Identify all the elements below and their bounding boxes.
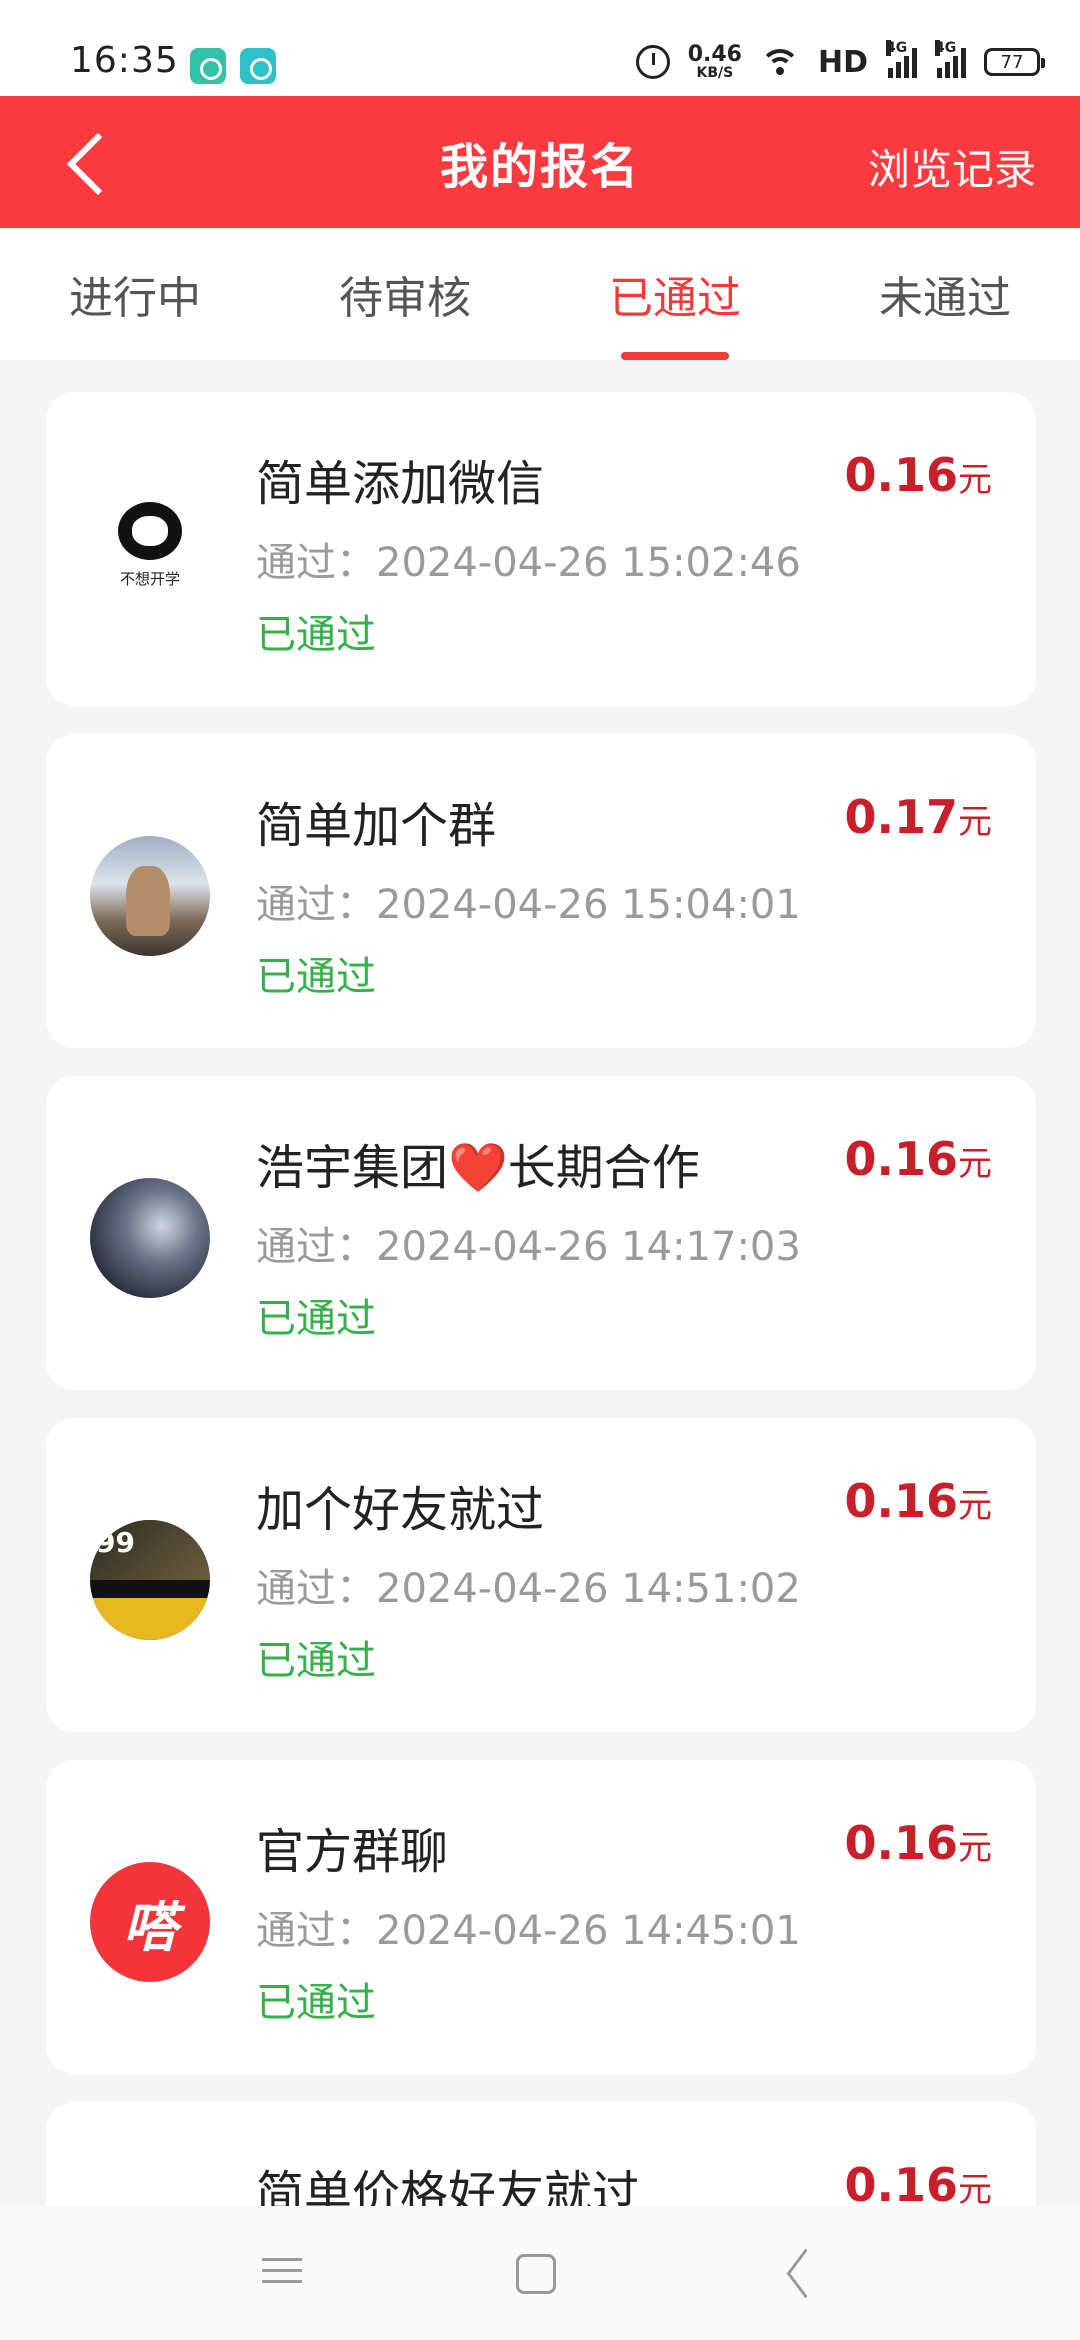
header-bar: 我的报名 浏览记录 — [0, 96, 1080, 228]
price-unit: 元 — [958, 1144, 992, 1184]
price-value: 0.16 — [844, 1816, 959, 1870]
item-price: 0.16元 — [845, 448, 993, 502]
signal-icon-2: 4G — [935, 40, 966, 78]
hd-label: HD — [817, 44, 868, 80]
avatar-glyph: 嗒 — [123, 1895, 177, 1959]
menu-icon[interactable] — [258, 2250, 306, 2298]
back-arrow-icon[interactable] — [62, 130, 122, 194]
app-notification-icon — [190, 48, 226, 84]
tab-pending-review[interactable]: 待审核 — [270, 228, 540, 360]
item-time: 通过：2024-04-26 15:02:46 — [256, 540, 801, 586]
avatar: 嗒 — [90, 1862, 210, 1982]
signal-label-2: 4G — [935, 40, 957, 56]
price-value: 0.17 — [844, 790, 959, 844]
item-title: 简单加个群 — [256, 798, 497, 854]
item-price: 0.16元 — [845, 1132, 993, 1186]
avatar: 不想开学 — [90, 494, 210, 614]
avatar — [90, 836, 210, 956]
battery-icon: 77 — [984, 48, 1045, 76]
signup-list: 不想开学 简单添加微信 通过：2024-04-26 15:02:46 已通过 0… — [46, 392, 1036, 2340]
item-time: 通过：2024-04-26 14:17:03 — [256, 1224, 801, 1270]
status-icons: 0.46 KB/S HD 4G 4G 77 — [635, 40, 1045, 82]
signal-label: 4G — [886, 40, 908, 56]
home-icon[interactable] — [516, 2254, 556, 2294]
tab-approved[interactable]: 已通过 — [540, 228, 810, 360]
item-time: 通过：2024-04-26 14:45:01 — [256, 1908, 801, 1954]
item-time: 通过：2024-04-26 14:51:02 — [256, 1566, 801, 1612]
item-status: 已通过 — [256, 612, 376, 658]
item-price: 0.16元 — [845, 2158, 993, 2212]
price-unit: 元 — [958, 460, 992, 500]
item-title: 官方群聊 — [256, 1824, 449, 1880]
status-time: 16:35 — [70, 40, 179, 81]
app-notification-icon-2 — [240, 48, 276, 84]
wifi-icon — [759, 47, 800, 77]
item-title: 简单添加微信 — [256, 456, 545, 512]
list-item[interactable]: 嗒 官方群聊 通过：2024-04-26 14:45:01 已通过 0.16元 — [46, 1760, 1036, 2074]
net-speed-value: 0.46 — [687, 42, 742, 67]
net-speed-unit: KB/S — [696, 65, 734, 81]
back-icon[interactable] — [776, 2250, 824, 2298]
alarm-icon — [635, 45, 670, 79]
item-price: 0.16元 — [845, 1816, 993, 1870]
net-speed: 0.46 KB/S — [687, 42, 742, 81]
item-price: 0.17元 — [845, 790, 993, 844]
item-status: 已通过 — [256, 954, 376, 1000]
item-title: 浩宇集团❤️长期合作 — [256, 1140, 700, 1196]
item-title: 加个好友就过 — [256, 1482, 545, 1538]
avatar-text: 99 — [96, 1526, 135, 1559]
status-bar: 16:35 0.46 KB/S HD 4G 4G 77 — [0, 0, 1080, 96]
avatar-caption: 不想开学 — [119, 570, 180, 588]
avatar: 99 — [90, 1520, 210, 1640]
list-item[interactable]: 浩宇集团❤️长期合作 通过：2024-04-26 14:17:03 已通过 0.… — [46, 1076, 1036, 1390]
price-unit: 元 — [958, 1828, 992, 1868]
page-title: 我的报名 — [439, 139, 640, 195]
list-item[interactable]: 99 加个好友就过 通过：2024-04-26 14:51:02 已通过 0.1… — [46, 1418, 1036, 1732]
item-status: 已通过 — [256, 1296, 376, 1342]
price-value: 0.16 — [844, 2158, 959, 2212]
item-time: 通过：2024-04-26 15:04:01 — [256, 882, 801, 928]
avatar — [90, 1178, 210, 1298]
tab-bar: 进行中 待审核 已通过 未通过 — [0, 228, 1080, 360]
item-status: 已通过 — [256, 1980, 376, 2026]
price-unit: 元 — [958, 2170, 992, 2210]
price-value: 0.16 — [844, 1474, 959, 1528]
list-item[interactable]: 不想开学 简单添加微信 通过：2024-04-26 15:02:46 已通过 0… — [46, 392, 1036, 706]
history-button[interactable]: 浏览记录 — [868, 136, 1036, 197]
tab-rejected[interactable]: 未通过 — [810, 228, 1080, 360]
price-value: 0.16 — [844, 1132, 959, 1186]
tab-in-progress[interactable]: 进行中 — [0, 228, 270, 360]
item-price: 0.16元 — [845, 1474, 993, 1528]
system-nav-bar — [0, 2206, 1080, 2340]
price-unit: 元 — [958, 1486, 992, 1526]
list-item[interactable]: 简单加个群 通过：2024-04-26 15:04:01 已通过 0.17元 — [46, 734, 1036, 1048]
signal-icon: 4G — [886, 40, 917, 78]
price-unit: 元 — [958, 802, 992, 842]
price-value: 0.16 — [844, 448, 959, 502]
item-status: 已通过 — [256, 1638, 376, 1684]
